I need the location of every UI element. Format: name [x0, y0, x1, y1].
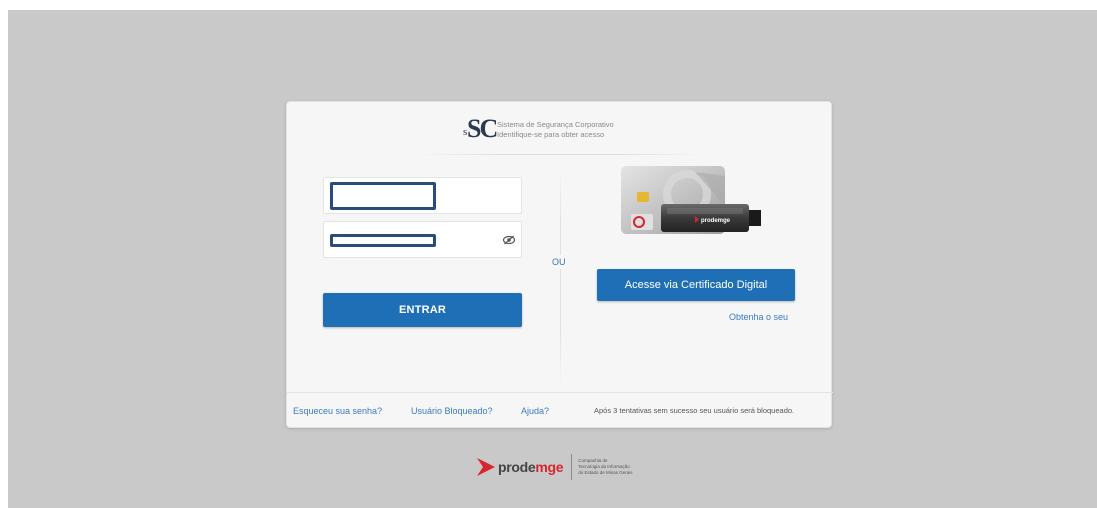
- prodemge-name: prodemge: [498, 459, 564, 475]
- enter-button[interactable]: ENTRAR: [323, 293, 522, 327]
- ssc-brand-text: Sistema de Segurança Corporativo Identif…: [497, 120, 614, 140]
- or-label: OU: [552, 255, 566, 269]
- ssc-logo: s SC: [463, 114, 498, 145]
- get-certificate-link[interactable]: Obtenha o seu: [729, 312, 788, 322]
- blocked-user-link[interactable]: Usuário Bloqueado?: [411, 406, 493, 416]
- prodemge-separator: [571, 454, 573, 480]
- password-field: [323, 221, 522, 258]
- footer-divider: [287, 392, 833, 393]
- system-name: Sistema de Segurança Corporativo: [497, 120, 614, 129]
- username-field: [323, 177, 522, 214]
- password-input[interactable]: [330, 234, 436, 247]
- lockout-warning: Após 3 tentativas sem sucesso seu usuári…: [594, 406, 795, 415]
- token-brand-label: prodemge: [701, 218, 731, 224]
- eye-icon[interactable]: [503, 235, 515, 245]
- help-link[interactable]: Ajuda?: [521, 406, 549, 416]
- login-card: s SC Sistema de Segurança Corporativo Id…: [286, 101, 833, 428]
- digital-certificate-image: prodemge: [621, 166, 761, 234]
- certificate-login-button[interactable]: Acesse via Certificado Digital: [597, 269, 795, 301]
- system-subtitle: Identifique-se para obter acesso: [497, 130, 605, 139]
- ssc-logo-big: SC: [467, 114, 498, 143]
- username-input[interactable]: [330, 182, 436, 210]
- prodemge-name-a: prode: [498, 459, 536, 475]
- vertical-divider: [560, 168, 561, 386]
- prodemge-brand: prodemge Companhia de Tecnologia da Info…: [477, 452, 638, 482]
- forgot-password-link[interactable]: Esqueceu sua senha?: [293, 406, 382, 416]
- prodemge-desc-line3: do Estado de Minas Gerais: [578, 470, 633, 475]
- prodemge-name-b: mge: [535, 459, 564, 475]
- ssc-brand: s SC Sistema de Segurança Corporativo Id…: [463, 114, 614, 146]
- header-divider: [420, 154, 700, 155]
- prodemge-logo-icon: [477, 458, 495, 476]
- prodemge-description: Companhia de Tecnologia da Informação do…: [578, 458, 638, 476]
